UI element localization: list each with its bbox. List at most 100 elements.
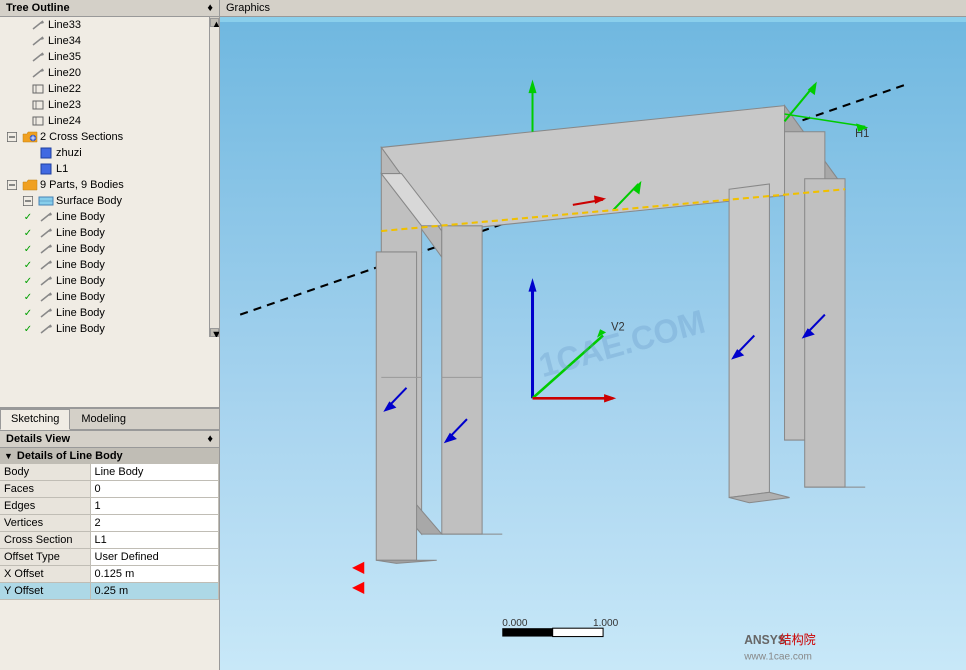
detail-val-xoffset: 0.125 m ◀ <box>90 566 219 583</box>
detail-key-vertices: Vertices <box>0 515 90 532</box>
linebody5-label: Line Body <box>56 275 105 287</box>
svg-text:结构院: 结构院 <box>780 632 816 647</box>
tree-scroll-area[interactable]: Line33 Line34 Line35 <box>0 17 209 337</box>
surfacebody-type-icon <box>38 194 54 208</box>
tree-item-linebody4[interactable]: ✓ Line Body <box>0 257 209 273</box>
detail-row-edges: Edges 1 <box>0 498 219 515</box>
line22-label: Line22 <box>48 83 81 95</box>
tree-item-zhuzi[interactable]: zhuzi <box>0 145 209 161</box>
details-view: Details View ♦ ▼ Details of Line Body Bo… <box>0 430 219 670</box>
crosssections-label: 2 Cross Sections <box>40 131 123 143</box>
tree-item-line33[interactable]: Line33 <box>0 17 209 33</box>
detail-row-vertices: Vertices 2 <box>0 515 219 532</box>
tab-modeling[interactable]: Modeling <box>70 409 137 429</box>
zhuzi-label: zhuzi <box>56 147 82 159</box>
scrollbar-up-button[interactable]: ▲ <box>210 18 219 27</box>
detail-val-crosssection: L1 <box>90 532 219 549</box>
9parts-folder-icon <box>22 178 38 192</box>
tab-bar: Sketching Modeling <box>0 408 219 430</box>
crosssections-folder-icon <box>22 130 38 144</box>
tree-item-linebody6[interactable]: ✓ Line Body <box>0 289 209 305</box>
tree-item-linebody3[interactable]: ✓ Line Body <box>0 241 209 257</box>
crosssections-expand-icon <box>4 130 20 144</box>
details-header: Details View ♦ <box>0 431 219 448</box>
detail-row-xoffset: X Offset 0.125 m ◀ <box>0 566 219 583</box>
details-content: ▼ Details of Line Body Body Line Body Fa… <box>0 448 219 665</box>
tree-pin-icon[interactable]: ♦ <box>207 2 213 14</box>
linebody8-label: Line Body <box>56 323 105 335</box>
line33-label: Line33 <box>48 19 81 31</box>
linebody1-type-icon <box>38 210 54 224</box>
svg-text:1.000: 1.000 <box>593 618 618 629</box>
detail-row-crosssection: Cross Section L1 <box>0 532 219 549</box>
line20-label: Line20 <box>48 67 81 79</box>
linebody8-checkmark-icon: ✓ <box>20 322 36 336</box>
tree-item-linebody8[interactable]: ✓ Line Body <box>0 321 209 337</box>
scene-svg: V2 H1 <box>220 22 966 670</box>
tree-item-line24[interactable]: Line24 <box>0 113 209 129</box>
tree-item-line22[interactable]: Line22 <box>0 81 209 97</box>
surfacebody-label: Surface Body <box>56 195 122 207</box>
scrollbar-track <box>210 27 219 328</box>
tree-item-line34[interactable]: Line34 <box>0 33 209 49</box>
tree-item-l1[interactable]: L1 <box>0 161 209 177</box>
tree-item-linebody2[interactable]: ✓ Line Body <box>0 225 209 241</box>
tree-outline-title: Tree Outline <box>6 2 70 14</box>
tree-outer: Line33 Line34 Line35 <box>0 17 219 337</box>
linebody7-type-icon <box>38 306 54 320</box>
tree-item-linebody5[interactable]: ✓ Line Body <box>0 273 209 289</box>
detail-val-body: Line Body <box>90 464 219 481</box>
tree-item-line35[interactable]: Line35 <box>0 49 209 65</box>
line22-expand-icon <box>12 82 28 96</box>
line35-label: Line35 <box>48 51 81 63</box>
line24-type-icon <box>30 114 46 128</box>
line23-expand-icon <box>12 98 28 112</box>
linebody5-checkmark-icon: ✓ <box>20 274 36 288</box>
9parts-expand-icon <box>4 178 20 192</box>
detail-val-edges: 1 <box>90 498 219 515</box>
line33-expand-icon <box>12 18 28 32</box>
detail-key-yoffset: Y Offset <box>0 583 90 600</box>
tree-item-line23[interactable]: Line23 <box>0 97 209 113</box>
tab-sketching[interactable]: Sketching <box>0 409 70 430</box>
linebody5-type-icon <box>38 274 54 288</box>
scene[interactable]: V2 H1 <box>220 22 966 670</box>
line35-type-icon <box>30 50 46 64</box>
9parts-label: 9 Parts, 9 Bodies <box>40 179 124 191</box>
detail-key-crosssection: Cross Section <box>0 532 90 549</box>
detail-row-offsettype: Offset Type User Defined <box>0 549 219 566</box>
details-pin-icon[interactable]: ♦ <box>207 433 213 445</box>
linebody7-label: Line Body <box>56 307 105 319</box>
detail-val-vertices: 2 <box>90 515 219 532</box>
scrollbar-down-button[interactable]: ▼ <box>210 328 219 337</box>
tree-item-crosssections[interactable]: 2 Cross Sections <box>0 129 209 145</box>
linebody6-checkmark-icon: ✓ <box>20 290 36 304</box>
tree-item-linebody1[interactable]: ✓ Line Body <box>0 209 209 225</box>
tree-item-line20[interactable]: Line20 <box>0 65 209 81</box>
detail-key-offsettype: Offset Type <box>0 549 90 566</box>
tree-item-9parts[interactable]: 9 Parts, 9 Bodies <box>0 177 209 193</box>
linebody4-type-icon <box>38 258 54 272</box>
detail-val-yoffset: 0.25 m ◀ <box>90 583 219 600</box>
linebody8-type-icon <box>38 322 54 336</box>
line34-type-icon <box>30 34 46 48</box>
detail-val-offsettype: User Defined <box>90 549 219 566</box>
left-panel: Tree Outline ♦ Line33 <box>0 0 220 670</box>
zhuzi-expand-icon <box>20 146 36 160</box>
main-container: Tree Outline ♦ Line33 <box>0 0 966 670</box>
linebody4-label: Line Body <box>56 259 105 271</box>
tree-item-surfacebody[interactable]: Surface Body <box>0 193 209 209</box>
linebody6-label: Line Body <box>56 291 105 303</box>
linebody2-checkmark-icon: ✓ <box>20 226 36 240</box>
l1-label: L1 <box>56 163 68 175</box>
detail-key-edges: Edges <box>0 498 90 515</box>
linebody7-checkmark-icon: ✓ <box>20 306 36 320</box>
linebody6-type-icon <box>38 290 54 304</box>
line34-label: Line34 <box>48 35 81 47</box>
tree-item-linebody7[interactable]: ✓ Line Body <box>0 305 209 321</box>
line20-expand-icon <box>12 66 28 80</box>
linebody1-label: Line Body <box>56 211 105 223</box>
tree-scrollbar[interactable]: ▲ ▼ <box>209 17 219 337</box>
right-panel: Graphics <box>220 0 966 670</box>
linebody3-type-icon <box>38 242 54 256</box>
